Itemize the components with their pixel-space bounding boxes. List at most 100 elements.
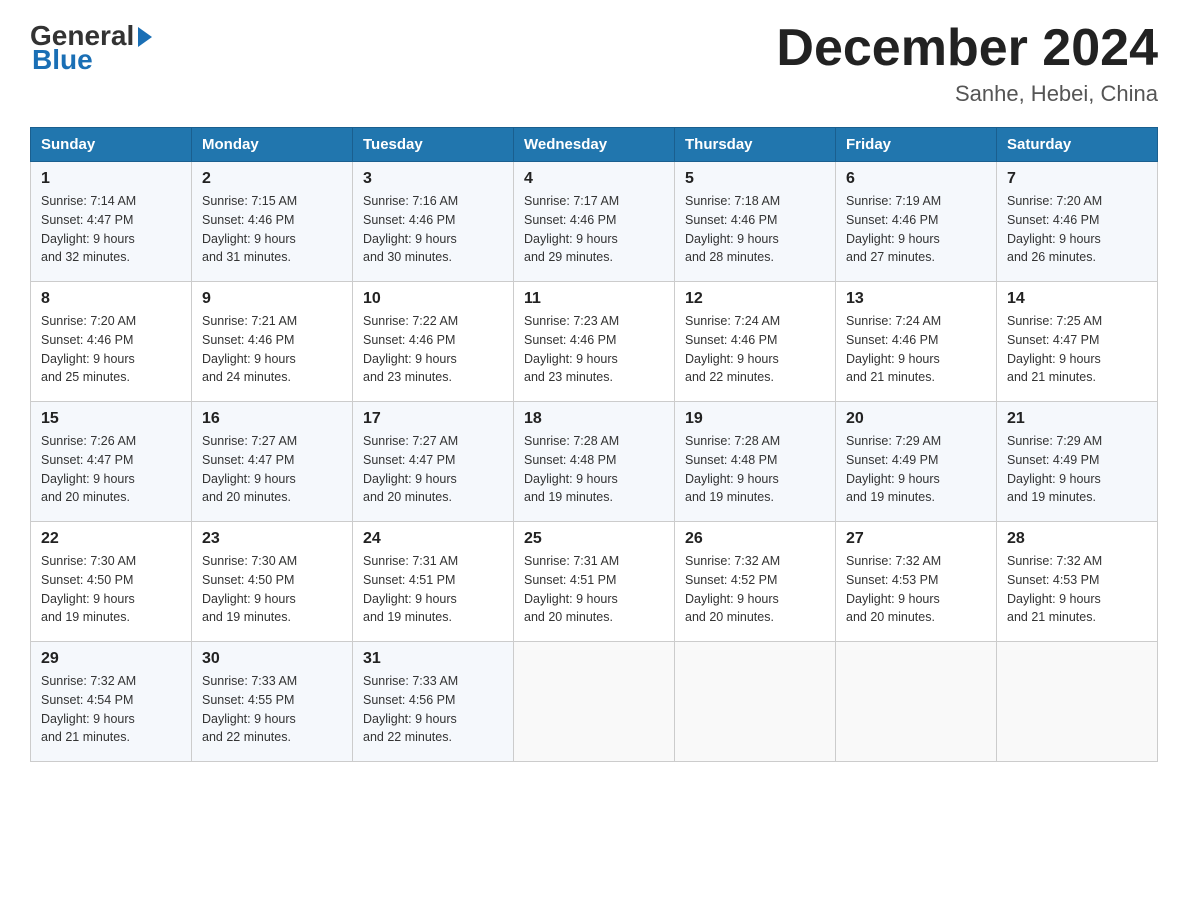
day-number: 29: [41, 650, 181, 668]
day-cell: 15 Sunrise: 7:26 AMSunset: 4:47 PMDayligh…: [31, 402, 192, 522]
day-number: 21: [1007, 410, 1147, 428]
day-cell: 7Sunrise: 7:20 AMSunset: 4:46 PMDaylight…: [997, 162, 1158, 282]
day-info: Sunrise: 7:27 AMSunset: 4:47 PMDaylight:…: [202, 432, 342, 507]
day-info: Sunrise: 7:15 AMSunset: 4:46 PMDaylight:…: [202, 192, 342, 267]
day-number: 10: [363, 290, 503, 308]
day-number: 16: [202, 410, 342, 428]
week-row-5: 29 Sunrise: 7:32 AMSunset: 4:54 PMDayligh…: [31, 642, 1158, 762]
header-cell-wednesday: Wednesday: [514, 128, 675, 162]
day-cell: 28 Sunrise: 7:32 AMSunset: 4:53 PMDayligh…: [997, 522, 1158, 642]
day-info: Sunrise: 7:25 AMSunset: 4:47 PMDaylight:…: [1007, 312, 1147, 387]
day-cell: [836, 642, 997, 762]
day-info: Sunrise: 7:24 AMSunset: 4:46 PMDaylight:…: [846, 312, 986, 387]
day-number: 18: [524, 410, 664, 428]
page-header: General Blue December 2024 Sanhe, Hebei,…: [30, 20, 1158, 107]
day-number: 4: [524, 170, 664, 188]
day-number: 17: [363, 410, 503, 428]
day-cell: 26 Sunrise: 7:32 AMSunset: 4:52 PMDayligh…: [675, 522, 836, 642]
header-row: SundayMondayTuesdayWednesdayThursdayFrid…: [31, 128, 1158, 162]
day-number: 12: [685, 290, 825, 308]
page-title: December 2024: [776, 20, 1158, 77]
day-cell: 21 Sunrise: 7:29 AMSunset: 4:49 PMDayligh…: [997, 402, 1158, 522]
day-info: Sunrise: 7:29 AMSunset: 4:49 PMDaylight:…: [1007, 432, 1147, 507]
day-number: 1: [41, 170, 181, 188]
day-info: Sunrise: 7:28 AMSunset: 4:48 PMDaylight:…: [524, 432, 664, 507]
day-cell: 22 Sunrise: 7:30 AMSunset: 4:50 PMDayligh…: [31, 522, 192, 642]
header-cell-sunday: Sunday: [31, 128, 192, 162]
day-info: Sunrise: 7:28 AMSunset: 4:48 PMDaylight:…: [685, 432, 825, 507]
day-info: Sunrise: 7:33 AMSunset: 4:55 PMDaylight:…: [202, 672, 342, 747]
day-number: 22: [41, 530, 181, 548]
day-cell: 23 Sunrise: 7:30 AMSunset: 4:50 PMDayligh…: [192, 522, 353, 642]
day-info: Sunrise: 7:32 AMSunset: 4:52 PMDaylight:…: [685, 552, 825, 627]
day-number: 3: [363, 170, 503, 188]
week-row-1: 1 Sunrise: 7:14 AMSunset: 4:47 PMDaylight…: [31, 162, 1158, 282]
day-info: Sunrise: 7:24 AMSunset: 4:46 PMDaylight:…: [685, 312, 825, 387]
day-cell: 14Sunrise: 7:25 AMSunset: 4:47 PMDayligh…: [997, 282, 1158, 402]
day-info: Sunrise: 7:20 AMSunset: 4:46 PMDaylight:…: [41, 312, 181, 387]
day-number: 13: [846, 290, 986, 308]
day-cell: [514, 642, 675, 762]
day-info: Sunrise: 7:14 AMSunset: 4:47 PMDaylight:…: [41, 192, 181, 267]
day-info: Sunrise: 7:32 AMSunset: 4:53 PMDaylight:…: [1007, 552, 1147, 627]
day-cell: 27Sunrise: 7:32 AMSunset: 4:53 PMDayligh…: [836, 522, 997, 642]
week-row-4: 22 Sunrise: 7:30 AMSunset: 4:50 PMDayligh…: [31, 522, 1158, 642]
day-cell: 2 Sunrise: 7:15 AMSunset: 4:46 PMDaylight…: [192, 162, 353, 282]
day-number: 26: [685, 530, 825, 548]
header-cell-tuesday: Tuesday: [353, 128, 514, 162]
day-cell: 10 Sunrise: 7:22 AMSunset: 4:46 PMDayligh…: [353, 282, 514, 402]
day-info: Sunrise: 7:21 AMSunset: 4:46 PMDaylight:…: [202, 312, 342, 387]
day-cell: 5Sunrise: 7:18 AMSunset: 4:46 PMDaylight…: [675, 162, 836, 282]
day-number: 11: [524, 290, 664, 308]
day-cell: 1 Sunrise: 7:14 AMSunset: 4:47 PMDaylight…: [31, 162, 192, 282]
day-number: 24: [363, 530, 503, 548]
logo-blue: Blue: [32, 44, 93, 76]
day-cell: 4 Sunrise: 7:17 AMSunset: 4:46 PMDaylight…: [514, 162, 675, 282]
day-info: Sunrise: 7:17 AMSunset: 4:46 PMDaylight:…: [524, 192, 664, 267]
day-number: 20: [846, 410, 986, 428]
day-cell: 31Sunrise: 7:33 AMSunset: 4:56 PMDayligh…: [353, 642, 514, 762]
day-cell: 9 Sunrise: 7:21 AMSunset: 4:46 PMDaylight…: [192, 282, 353, 402]
day-number: 5: [685, 170, 825, 188]
day-cell: 16 Sunrise: 7:27 AMSunset: 4:47 PMDayligh…: [192, 402, 353, 522]
day-number: 25: [524, 530, 664, 548]
day-info: Sunrise: 7:30 AMSunset: 4:50 PMDaylight:…: [41, 552, 181, 627]
day-number: 28: [1007, 530, 1147, 548]
calendar-table: SundayMondayTuesdayWednesdayThursdayFrid…: [30, 127, 1158, 762]
day-number: 19: [685, 410, 825, 428]
day-cell: [675, 642, 836, 762]
day-number: 2: [202, 170, 342, 188]
day-info: Sunrise: 7:33 AMSunset: 4:56 PMDaylight:…: [363, 672, 503, 747]
page-subtitle: Sanhe, Hebei, China: [776, 81, 1158, 107]
day-info: Sunrise: 7:22 AMSunset: 4:46 PMDaylight:…: [363, 312, 503, 387]
day-cell: 29 Sunrise: 7:32 AMSunset: 4:54 PMDayligh…: [31, 642, 192, 762]
day-info: Sunrise: 7:23 AMSunset: 4:46 PMDaylight:…: [524, 312, 664, 387]
day-number: 7: [1007, 170, 1147, 188]
week-row-3: 15 Sunrise: 7:26 AMSunset: 4:47 PMDayligh…: [31, 402, 1158, 522]
day-info: Sunrise: 7:19 AMSunset: 4:46 PMDaylight:…: [846, 192, 986, 267]
day-info: Sunrise: 7:31 AMSunset: 4:51 PMDaylight:…: [363, 552, 503, 627]
day-cell: 24 Sunrise: 7:31 AMSunset: 4:51 PMDayligh…: [353, 522, 514, 642]
day-number: 23: [202, 530, 342, 548]
day-number: 15: [41, 410, 181, 428]
day-number: 8: [41, 290, 181, 308]
day-cell: 8 Sunrise: 7:20 AMSunset: 4:46 PMDaylight…: [31, 282, 192, 402]
day-info: Sunrise: 7:26 AMSunset: 4:47 PMDaylight:…: [41, 432, 181, 507]
day-cell: 19 Sunrise: 7:28 AMSunset: 4:48 PMDayligh…: [675, 402, 836, 522]
calendar-body: 1 Sunrise: 7:14 AMSunset: 4:47 PMDaylight…: [31, 162, 1158, 762]
day-number: 9: [202, 290, 342, 308]
week-row-2: 8 Sunrise: 7:20 AMSunset: 4:46 PMDaylight…: [31, 282, 1158, 402]
day-cell: 13 Sunrise: 7:24 AMSunset: 4:46 PMDayligh…: [836, 282, 997, 402]
day-cell: 20 Sunrise: 7:29 AMSunset: 4:49 PMDayligh…: [836, 402, 997, 522]
day-cell: [997, 642, 1158, 762]
day-info: Sunrise: 7:32 AMSunset: 4:54 PMDaylight:…: [41, 672, 181, 747]
day-info: Sunrise: 7:16 AMSunset: 4:46 PMDaylight:…: [363, 192, 503, 267]
day-info: Sunrise: 7:29 AMSunset: 4:49 PMDaylight:…: [846, 432, 986, 507]
calendar-header: SundayMondayTuesdayWednesdayThursdayFrid…: [31, 128, 1158, 162]
day-cell: 25Sunrise: 7:31 AMSunset: 4:51 PMDayligh…: [514, 522, 675, 642]
day-cell: 3 Sunrise: 7:16 AMSunset: 4:46 PMDaylight…: [353, 162, 514, 282]
logo-arrow-icon: [138, 27, 152, 47]
day-number: 27: [846, 530, 986, 548]
day-info: Sunrise: 7:30 AMSunset: 4:50 PMDaylight:…: [202, 552, 342, 627]
header-cell-friday: Friday: [836, 128, 997, 162]
